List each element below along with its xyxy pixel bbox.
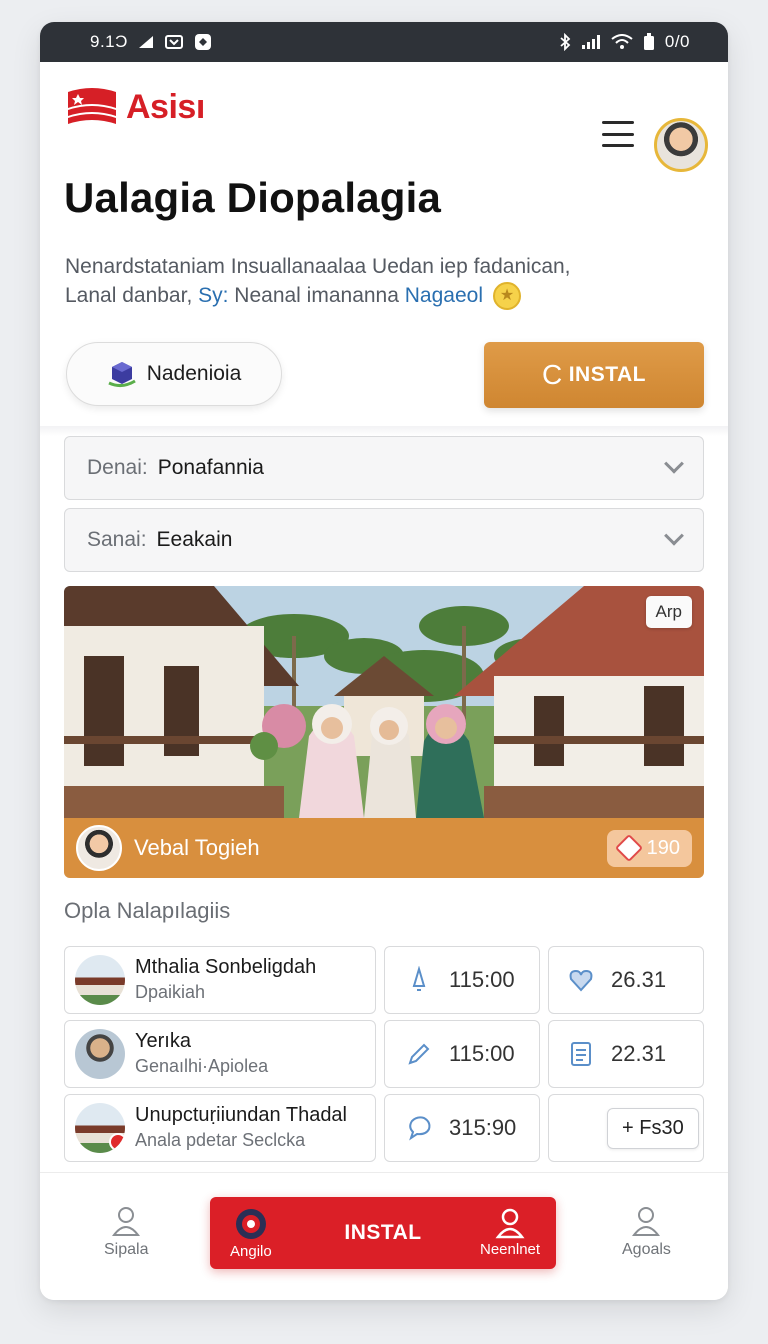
- cell-signal-icon: [581, 35, 600, 49]
- nav-label: Angilo: [230, 1243, 272, 1260]
- chat-bubble-icon: [409, 1116, 431, 1141]
- select-value: Eeakain: [156, 528, 233, 551]
- pencil-icon: [408, 1043, 430, 1065]
- stat-value: 26.31: [611, 967, 667, 992]
- wifi-icon: [611, 34, 633, 49]
- like-count: 190: [646, 836, 680, 859]
- document-icon: [571, 1042, 591, 1066]
- section-title: Opla Nalapılagiis: [64, 898, 231, 923]
- nav-label: Agoals: [622, 1241, 671, 1258]
- cube-icon: [108, 362, 136, 388]
- house-thumbnail: [75, 955, 125, 1005]
- author-name[interactable]: Vebal Togieh: [134, 835, 260, 861]
- divider: [40, 426, 728, 436]
- featured-photo-card[interactable]: Arp Vebal Togieh 190: [64, 586, 704, 878]
- list-row: Mthalia Sonbeligdah Dpaikiah 115:00 26.3…: [64, 946, 704, 1014]
- secondary-button[interactable]: Nadenioia: [66, 342, 282, 406]
- item-subtitle: Dpaikiah: [135, 982, 206, 1002]
- install-nav-button[interactable]: Angilo INSTAL Neenlnet: [210, 1197, 556, 1269]
- add-tag-button[interactable]: + Fs30: [607, 1107, 699, 1149]
- subtitle-line-2: Lanal danbar, Sy: Neanal imananna Nagaeo…: [65, 281, 685, 311]
- select-denai[interactable]: Denai: Ponafannia: [64, 436, 704, 500]
- subtitle-highlight-1[interactable]: Sy:: [198, 284, 228, 307]
- card-badge: Arp: [645, 596, 692, 628]
- app-header: Asisı: [40, 62, 728, 172]
- list-item[interactable]: Unupctuṛiiundan Thadal Anala pdetar Secl…: [64, 1094, 376, 1162]
- list-item[interactable]: Yerıka Genaılhi·Apiolea: [64, 1020, 376, 1088]
- status-bar: 9.1Ɔ 0/0: [40, 22, 728, 62]
- flag-logo-icon: [68, 88, 116, 124]
- stat-cell[interactable]: 22.31: [548, 1020, 704, 1088]
- stat-cell[interactable]: 315:90: [384, 1094, 540, 1162]
- stat-value: 22.31: [611, 1041, 667, 1066]
- notification-icon: [164, 35, 183, 49]
- item-title: Unupctuṛiiundan Thadal: [135, 1104, 348, 1126]
- stat-cell[interactable]: 115:00: [384, 946, 540, 1014]
- subtitle-line-1: Nenardstataniam Insuallanaalaa Uedan iep…: [65, 255, 571, 278]
- secondary-button-label: Nadenioia: [146, 362, 242, 385]
- item-title: Yerıka: [135, 1030, 191, 1052]
- alert-dot-icon: [109, 1133, 125, 1151]
- stat-cell[interactable]: 26.31: [548, 946, 704, 1014]
- house-thumbnail: [75, 1103, 125, 1153]
- village-photo: [64, 586, 704, 818]
- install-glyph: C: [541, 359, 563, 390]
- logo-text: Asisı: [126, 87, 205, 126]
- stat-value: 315:90: [449, 1115, 517, 1140]
- card-footer: Vebal Togieh 190: [64, 818, 704, 878]
- brand-logo[interactable]: Asisı: [66, 84, 205, 130]
- status-right-text: 0/0: [664, 32, 690, 51]
- select-label: Sanai:: [87, 528, 147, 551]
- page-subtitle: Nenardstataniam Insuallanaalaa Uedan iep…: [65, 252, 685, 311]
- install-button[interactable]: C INSTAL: [484, 342, 704, 408]
- subtitle-highlight-2[interactable]: Nagaeol: [405, 284, 483, 307]
- status-time: 9.1Ɔ: [90, 32, 128, 51]
- item-subtitle: Anala pdetar Seclcka: [135, 1130, 306, 1150]
- person-thumbnail: [75, 1029, 125, 1079]
- nav-label: Neenlnet: [480, 1241, 541, 1258]
- chevron-down-icon: [664, 453, 684, 474]
- stat-cell[interactable]: 115:00: [384, 1020, 540, 1088]
- install-button-label: INSTAL: [568, 363, 646, 386]
- bell-icon: [412, 966, 426, 991]
- user-icon: [495, 1208, 525, 1239]
- diamond-icon: [614, 833, 643, 863]
- shield-status-icon: [194, 34, 211, 50]
- nav-item-right[interactable]: Agoals: [622, 1205, 671, 1259]
- list-item[interactable]: Mthalia Sonbeligdah Dpaikiah: [64, 946, 376, 1014]
- nav-label: Sipala: [104, 1241, 149, 1258]
- nav-sub-right[interactable]: Neenlnet: [480, 1207, 540, 1258]
- nav-item-left[interactable]: Sipala: [104, 1205, 148, 1259]
- stat-value: 115:00: [449, 967, 515, 992]
- hamburger-menu-icon[interactable]: [602, 121, 634, 147]
- chevron-down-icon: [664, 525, 684, 546]
- battery-icon: [643, 33, 654, 50]
- list-row: Yerıka Genaılhi·Apiolea 115:00 22.31: [64, 1020, 704, 1088]
- tag-label: Fs30: [639, 1116, 684, 1139]
- select-sanai[interactable]: Sanai: Eeakain: [64, 508, 704, 572]
- select-label: Denai:: [87, 456, 148, 479]
- item-title: Mthalia Sonbeligdah: [135, 956, 317, 978]
- profile-icon: [112, 1207, 141, 1236]
- star-icon: ★: [493, 282, 521, 311]
- bottom-navigation: Sipala Angilo INSTAL Neenlnet Agoals: [40, 1172, 728, 1300]
- select-value: Ponafannia: [157, 456, 264, 479]
- page-title: Ualagia Diopalagia: [64, 174, 442, 221]
- stat-cell: + Fs30: [548, 1094, 704, 1162]
- item-subtitle: Genaılhi·Apiolea: [135, 1056, 269, 1076]
- user-avatar[interactable]: [654, 118, 708, 172]
- profile-icon: [632, 1207, 661, 1236]
- author-avatar[interactable]: [76, 825, 122, 871]
- bluetooth-icon: [560, 33, 571, 51]
- phone-frame: 9.1Ɔ 0/0 Asisı Ualagia Diopalagia Nenard…: [40, 22, 728, 1300]
- like-count-pill[interactable]: 190: [606, 829, 692, 867]
- heart-icon: [569, 969, 593, 992]
- stat-value: 115:00: [449, 1041, 515, 1066]
- list-row: Unupctuṛiiundan Thadal Anala pdetar Secl…: [64, 1094, 704, 1162]
- signal-triangle-icon: [138, 36, 153, 48]
